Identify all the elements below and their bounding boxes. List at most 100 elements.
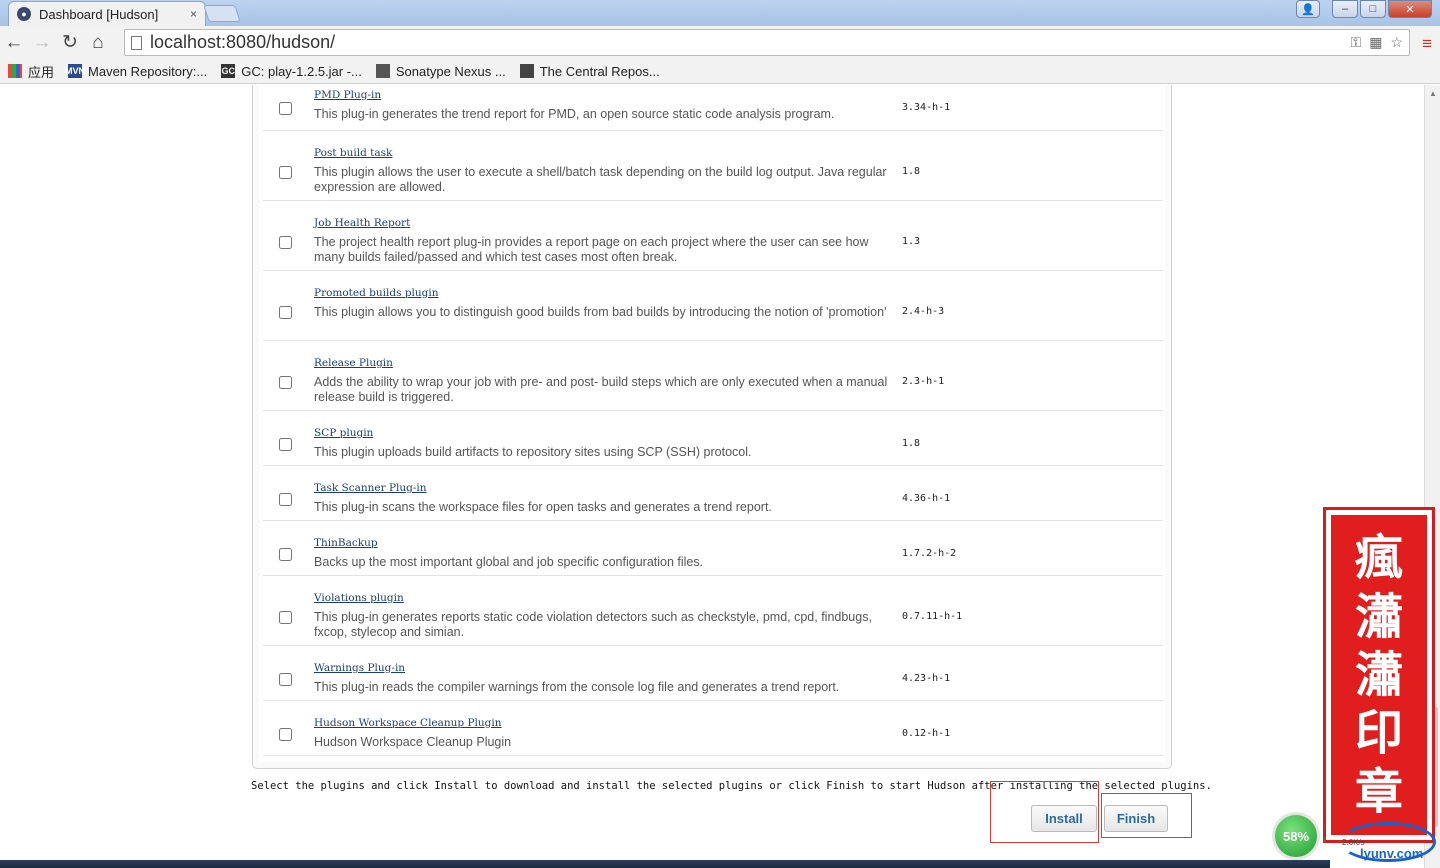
plugin-name-link[interactable]: PMD Plug-in <box>314 89 381 101</box>
star-icon[interactable]: ☆ <box>1390 34 1403 51</box>
plugin-description: This plug-in reads the compiler warnings… <box>314 680 840 694</box>
plugin-name-link[interactable]: SCP plugin <box>314 427 373 439</box>
plugin-version: 1.7.2-h-2 <box>902 548 957 559</box>
close-window-button[interactable]: ✕ <box>1388 0 1432 18</box>
plugin-row: Job Health Report The project health repo… <box>263 201 1163 271</box>
key-icon[interactable]: ⚿ <box>1351 34 1362 51</box>
bookmark-gc-play[interactable]: GC GC: play-1.2.5.jar -... <box>221 64 362 79</box>
bookmark-label: Maven Repository:... <box>88 63 208 79</box>
bookmark-label: GC: play-1.2.5.jar -... <box>241 63 362 79</box>
plugin-checkbox[interactable] <box>279 438 292 451</box>
plugin-name-link[interactable]: Warnings Plug-in <box>314 662 405 674</box>
scroll-up-icon[interactable]: ▲ <box>1429 89 1437 98</box>
home-button[interactable]: ⌂ <box>84 29 112 57</box>
plugin-version: 0.7.11-h-1 <box>902 611 963 622</box>
plugin-name-link[interactable]: ThinBackup <box>314 537 378 549</box>
plugin-name-link[interactable]: Violations plugin <box>314 592 404 604</box>
plugin-name-link[interactable]: Post build task <box>314 147 392 159</box>
plugin-panel: PMD Plug-in This plug-in generates the tr… <box>252 85 1172 769</box>
network-arrows-icon: ↑ ↓ <box>1322 822 1327 845</box>
window-titlebar: ● Dashboard [Hudson] × 👤 – □ ✕ <box>0 0 1440 26</box>
gc-icon: GC <box>221 64 236 78</box>
plugin-row: Post build task This plugin allows the us… <box>263 131 1163 201</box>
bookmark-label: 应用 <box>28 64 55 80</box>
reload-button[interactable]: ↻ <box>56 29 84 57</box>
menu-icon[interactable]: ≡ <box>1422 34 1432 54</box>
plugin-row: Warnings Plug-in This plug-in reads the c… <box>263 646 1163 701</box>
plugin-name-link[interactable]: Task Scanner Plug-in <box>314 482 427 494</box>
plugin-name-link[interactable]: Job Health Report <box>314 217 410 229</box>
plugin-description: This plugin allows the user to execute a… <box>314 165 887 194</box>
plugin-description: Hudson Workspace Cleanup Plugin <box>314 735 512 749</box>
bookmark-sonatype-nexus[interactable]: Sonatype Nexus ... <box>375 63 506 79</box>
hudson-favicon-icon: ● <box>17 7 31 21</box>
plugin-checkbox[interactable] <box>279 493 292 506</box>
plugin-version: 4.36-h-1 <box>902 493 951 504</box>
address-bar[interactable]: localhost:8080/hudson/ ⚿ ▦ ☆ <box>124 29 1410 56</box>
plugin-checkbox[interactable] <box>279 236 292 249</box>
plugin-row: PMD Plug-in This plug-in generates the tr… <box>263 85 1163 131</box>
seal-char: 章 <box>1354 763 1403 820</box>
repo-icon <box>519 64 534 78</box>
plugin-row: Promoted builds plugin This plugin allows… <box>263 271 1163 341</box>
plugin-checkbox[interactable] <box>279 102 292 115</box>
page-icon <box>131 35 142 50</box>
omnibox-actions: ⚿ ▦ ☆ <box>1351 34 1409 51</box>
maven-icon: MVN <box>65 64 86 78</box>
back-button[interactable]: ← <box>0 29 28 57</box>
watermark-text: lyunv.com <box>1360 846 1424 861</box>
bookmarks-bar: 应用 MVN Maven Repository:... GC GC: play-… <box>0 59 1440 84</box>
plugin-row: Task Scanner Plug-in This plug-in scans t… <box>263 466 1163 521</box>
finish-button[interactable]: Finish <box>1104 805 1168 832</box>
plugin-checkbox[interactable] <box>279 166 292 179</box>
network-monitor-widget[interactable]: 58% <box>1272 812 1320 860</box>
user-icon[interactable]: 👤 <box>1296 0 1320 18</box>
plugin-version: 4.23-h-1 <box>902 673 951 684</box>
apps-icon <box>8 64 22 78</box>
translate-icon[interactable]: ▦ <box>1369 34 1382 51</box>
plugin-version: 2.4-h-3 <box>902 306 945 317</box>
tab-title: Dashboard [Hudson] <box>39 6 159 22</box>
plugin-checkbox[interactable] <box>279 728 292 741</box>
plugin-description: This plugin uploads build artifacts to r… <box>314 445 752 459</box>
plugin-name-link[interactable]: Promoted builds plugin <box>314 287 439 299</box>
plugin-row: Violations plugin This plug-in generates … <box>263 576 1163 646</box>
plugin-description: Backs up the most important global and j… <box>314 555 704 569</box>
plugin-description: This plug-in scans the workspace files f… <box>314 500 772 514</box>
bookmark-maven-repository[interactable]: MVN Maven Repository:... <box>65 63 208 79</box>
plugin-name-link[interactable]: Hudson Workspace Cleanup Plugin <box>314 717 502 729</box>
browser-tab[interactable]: ● Dashboard [Hudson] × <box>8 1 206 26</box>
nexus-icon <box>375 64 390 78</box>
bookmark-label: Sonatype Nexus ... <box>395 63 506 79</box>
plugin-version: 1.8 <box>902 166 921 177</box>
plugin-checkbox[interactable] <box>279 673 292 686</box>
plugin-checkbox[interactable] <box>279 611 292 624</box>
plugin-checkbox[interactable] <box>279 376 292 389</box>
plugin-description: This plug-in generates reports static co… <box>314 610 872 639</box>
plugin-row: SCP plugin This plugin uploads build arti… <box>263 411 1163 466</box>
plugin-row: Hudson Workspace Cleanup Plugin Hudson Wo… <box>263 701 1163 756</box>
browser-toolbar: ← → ↻ ⌂ localhost:8080/hudson/ ⚿ ▦ ☆ ≡ <box>0 26 1440 59</box>
plugin-version: 1.8 <box>902 438 921 449</box>
maximize-button[interactable]: □ <box>1360 0 1386 18</box>
plugin-version: 1.3 <box>902 236 921 247</box>
plugin-name-link[interactable]: Release Plugin <box>314 357 393 369</box>
bookmark-apps[interactable]: 应用 <box>8 62 54 81</box>
plugin-row: ThinBackup Backs up the most important gl… <box>263 521 1163 576</box>
forward-button[interactable]: → <box>28 29 56 57</box>
bookmark-central-repository[interactable]: The Central Repos... <box>519 64 660 79</box>
plugin-description: Adds the ability to wrap your job with p… <box>314 375 888 404</box>
plugin-version: 2.3-h-1 <box>902 376 945 387</box>
url-text[interactable]: localhost:8080/hudson/ <box>150 32 1351 53</box>
install-button[interactable]: Install <box>1031 805 1097 832</box>
plugin-row: Release Plugin Adds the ability to wrap y… <box>263 341 1163 411</box>
tab-close-icon[interactable]: × <box>190 7 197 21</box>
new-tab-button[interactable] <box>203 5 241 22</box>
seal-char: 印 <box>1354 705 1403 762</box>
plugin-checkbox[interactable] <box>279 548 292 561</box>
plugin-version: 3.34-h-1 <box>902 102 951 113</box>
seal-stamp: 瘋 瀟 瀟 印 章 <box>1323 507 1435 843</box>
minimize-button[interactable]: – <box>1332 0 1358 18</box>
seal-char: 瀟 <box>1354 588 1403 645</box>
plugin-checkbox[interactable] <box>279 306 292 319</box>
